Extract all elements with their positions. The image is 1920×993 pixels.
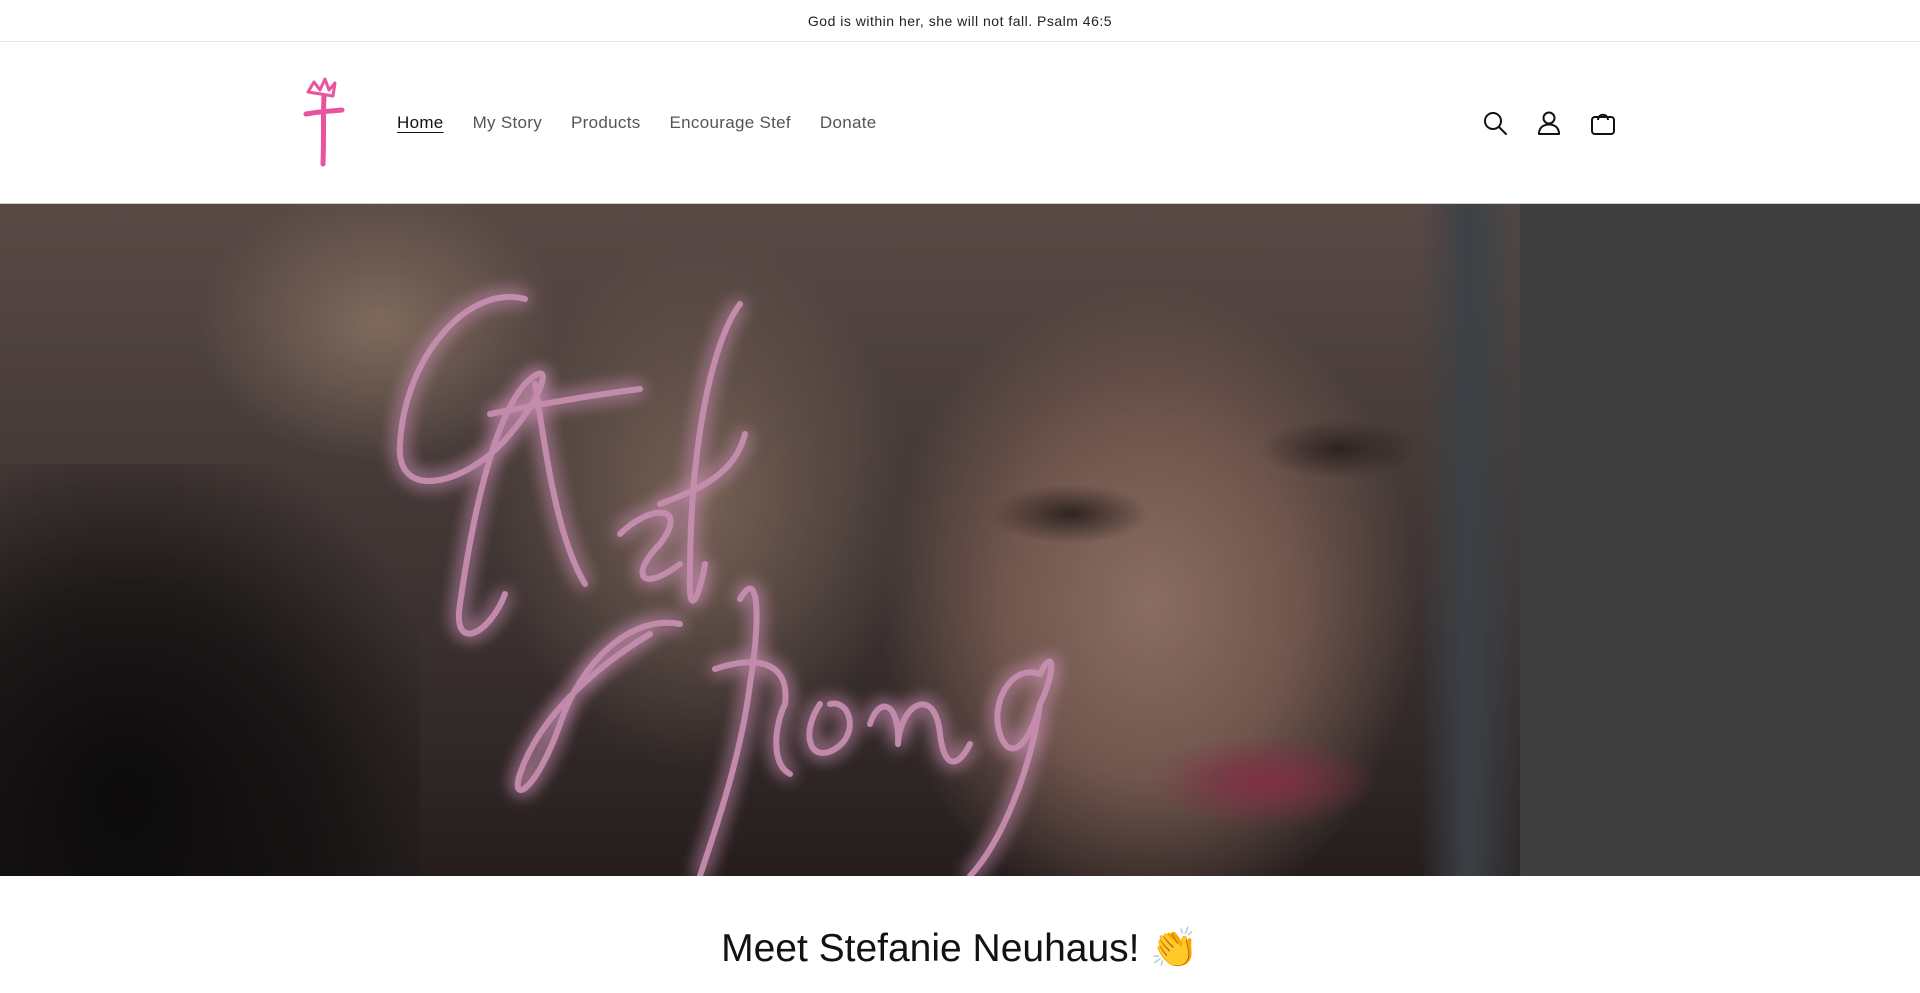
cart-icon (1591, 113, 1615, 135)
nav-products[interactable]: Products (571, 113, 641, 133)
cross-crown-logo-icon (303, 77, 345, 167)
account-button[interactable] (1534, 108, 1564, 138)
nav-encourage-stef[interactable]: Encourage Stef (670, 113, 791, 133)
nav-my-story[interactable]: My Story (473, 113, 542, 133)
announcement-bar: God is within her, she will not fall. Ps… (0, 0, 1920, 42)
header-icons (1480, 42, 1642, 204)
account-icon (1538, 111, 1560, 135)
search-button[interactable] (1480, 108, 1510, 138)
announcement-text: God is within her, she will not fall. Ps… (807, 12, 1113, 29)
hero-banner (0, 204, 1920, 876)
nav-home[interactable]: Home (397, 113, 444, 133)
logo[interactable] (300, 74, 350, 169)
nav-donate[interactable]: Donate (820, 113, 877, 133)
main-nav: Home My Story Products Encourage Stef Do… (397, 42, 906, 204)
cart-button[interactable] (1588, 108, 1618, 138)
stef-strong-script-text (396, 294, 1055, 876)
site-header: Home My Story Products Encourage Stef Do… (0, 42, 1920, 204)
search-icon (1484, 112, 1507, 135)
meet-heading: Meet Stefanie Neuhaus! 👏 (721, 927, 1199, 970)
